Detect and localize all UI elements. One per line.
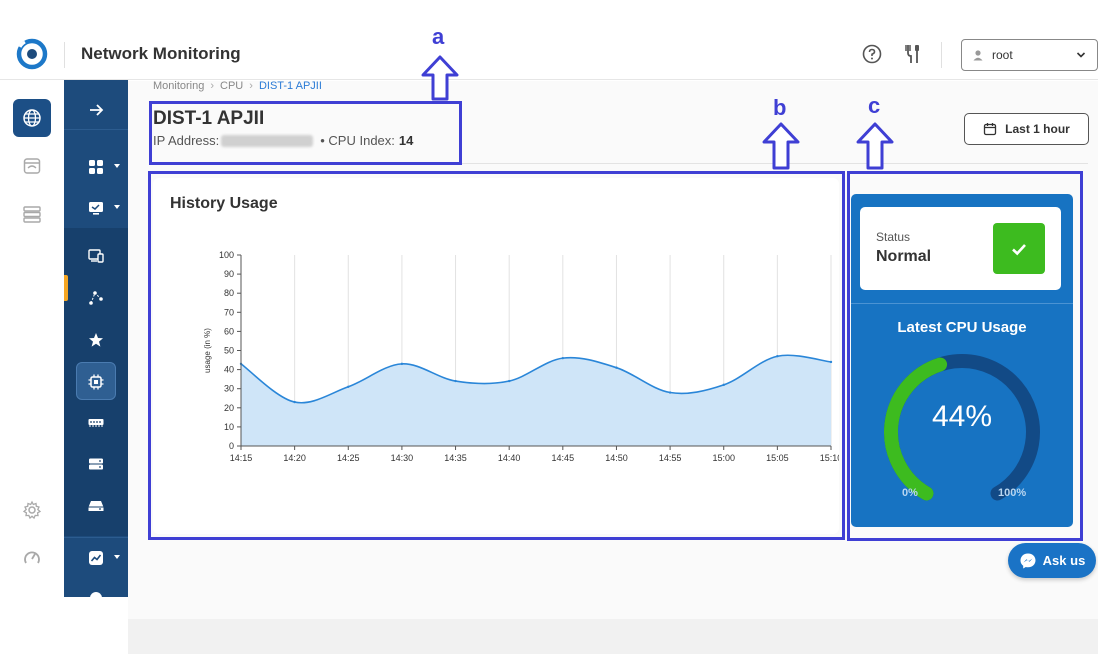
rail-settings-button[interactable]: [13, 491, 51, 529]
sidebar-item-storage[interactable]: [64, 444, 128, 484]
annotation-letter-c: c: [868, 93, 881, 118]
memory-icon: [88, 419, 104, 427]
sidebar-item-memory[interactable]: [64, 402, 128, 442]
messenger-icon: [1020, 553, 1036, 568]
gear-icon: [22, 500, 42, 520]
annotation-arrow-c: [856, 122, 894, 170]
help-icon[interactable]: [862, 44, 882, 69]
monitor-icon: [89, 202, 103, 215]
sidebar-item-more[interactable]: [64, 580, 128, 597]
star-icon: [89, 333, 103, 347]
annotation-arrow-a: [421, 55, 459, 101]
sidebar-item-devices[interactable]: [64, 236, 128, 276]
topology-icon: [89, 291, 103, 305]
breadcrumb-separator: ›: [249, 80, 253, 92]
ask-us-button[interactable]: Ask us: [1008, 543, 1096, 578]
analytics-icon: [89, 550, 103, 565]
sidebar-item-analytics[interactable]: [64, 537, 128, 577]
breadcrumb-separator: ›: [210, 80, 215, 92]
browser-window-icon: [23, 158, 41, 174]
devices-icon: [88, 249, 104, 263]
annotation-letter-b: b: [773, 95, 787, 120]
breadcrumb-cpu[interactable]: CPU: [220, 80, 243, 92]
tools-icon[interactable]: [903, 43, 923, 70]
arrow-right-icon: [90, 103, 104, 116]
app-title: Network Monitoring: [81, 44, 241, 63]
annotation-box-c: [847, 171, 1083, 541]
sidebar-item-favorites[interactable]: [64, 320, 128, 360]
breadcrumb-monitoring[interactable]: Monitoring: [153, 80, 204, 92]
annotation-box-b: [148, 171, 845, 540]
header-divider: [64, 42, 65, 68]
sidebar-submenu: [64, 228, 128, 536]
hard-disk-icon: [88, 501, 104, 511]
user-name: root: [992, 48, 1013, 62]
sidebar-expand-button[interactable]: [64, 90, 128, 130]
globe-icon: [23, 109, 41, 127]
app-logo-icon[interactable]: [16, 38, 48, 75]
chevron-down-icon: [1076, 52, 1086, 58]
user-icon: [973, 50, 983, 61]
storage-icon: [89, 458, 103, 470]
breadcrumb-current[interactable]: DIST-1 APJII: [259, 80, 322, 92]
annotation-arrow-b: [762, 122, 800, 170]
sidebar-item-dashboard[interactable]: [64, 147, 128, 187]
top-bar: Network Monitoring root: [0, 0, 1098, 80]
app-root: Network Monitoring root Monitoring › CPU…: [0, 0, 1098, 654]
annotation-box-a: [149, 101, 462, 165]
document-icon: [90, 592, 102, 597]
main-footer-band: [128, 619, 1098, 654]
dashboard-grid-icon: [89, 160, 103, 174]
header-divider-2: [941, 42, 942, 68]
sidebar: [64, 80, 128, 597]
cpu-chip-icon: [88, 374, 104, 390]
sidebar-item-topology[interactable]: [64, 278, 128, 318]
left-rail: [0, 81, 64, 654]
time-range-button[interactable]: Last 1 hour: [964, 113, 1089, 145]
server-rack-icon: [23, 206, 41, 223]
ask-us-label: Ask us: [1042, 553, 1086, 568]
time-range-label: Last 1 hour: [1005, 122, 1070, 136]
rail-speed-button[interactable]: [13, 539, 51, 577]
annotation-letter-a: a: [432, 24, 445, 49]
rail-servers-button[interactable]: [13, 195, 51, 233]
sidebar-item-cpu[interactable]: [64, 362, 128, 402]
sidebar-item-disk[interactable]: [64, 486, 128, 526]
rail-browser-button[interactable]: [13, 147, 51, 185]
user-dropdown[interactable]: root: [961, 39, 1098, 71]
speedometer-icon: [24, 551, 40, 564]
calendar-icon: [984, 123, 997, 136]
rail-globe-button[interactable]: [13, 99, 51, 137]
sidebar-item-monitoring[interactable]: [64, 188, 128, 228]
breadcrumb: Monitoring › CPU › DIST-1 APJII: [153, 80, 322, 92]
sidebar-active-indicator: [64, 275, 68, 301]
